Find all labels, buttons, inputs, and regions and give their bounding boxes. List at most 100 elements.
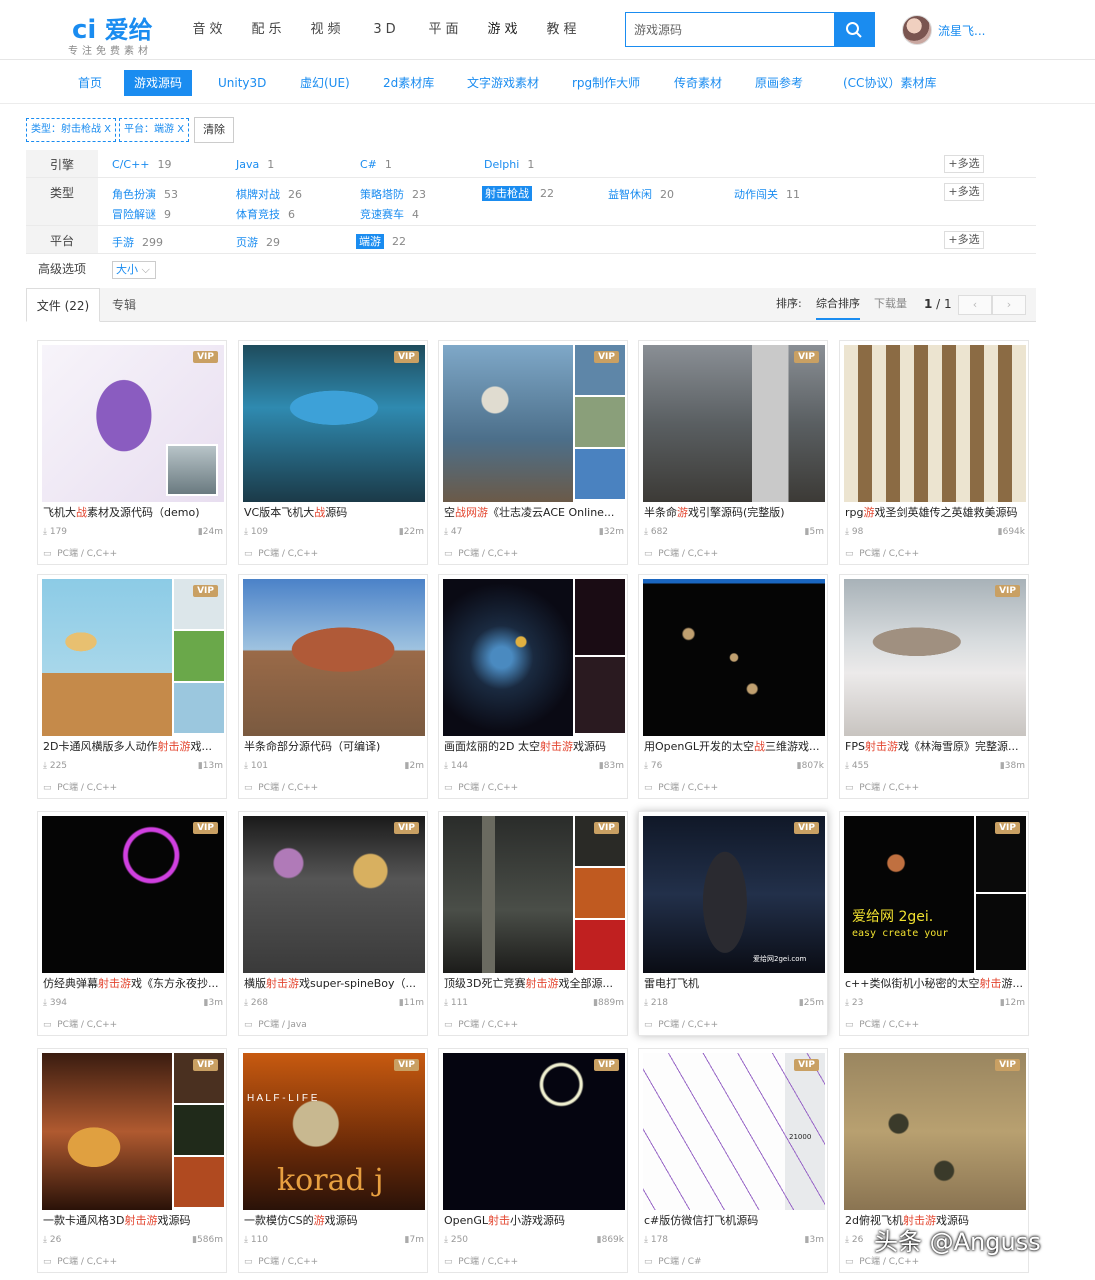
tab-albums[interactable]: 专辑 <box>108 288 140 322</box>
resource-title[interactable]: rpg游戏圣剑英雄传之英雄救美源码 <box>845 504 1025 520</box>
resource-title[interactable]: 半条命部分源代码（可编译) <box>244 738 424 754</box>
resource-card[interactable]: 21000 VIP c#版仿微信打飞机源码 ⤓ 178 ▮3m ▭ PC端 / C# <box>638 1048 828 1273</box>
resource-thumbnail[interactable]: VIP <box>443 345 625 502</box>
nav-music[interactable]: 配乐 <box>239 0 298 60</box>
clear-button[interactable]: 清除 <box>194 117 235 143</box>
resource-thumbnail[interactable]: VIP <box>42 579 224 736</box>
resource-title[interactable]: 用OpenGL开发的太空战三维游戏... <box>644 738 824 754</box>
chip-type[interactable]: 类型：射击枪战 X <box>26 118 117 142</box>
resource-thumbnail[interactable]: VIP <box>443 1053 625 1210</box>
nav-graphic[interactable]: 平面 <box>416 0 475 60</box>
resource-card[interactable]: VIP VC版本飞机大战源码 ⤓ 109 ▮22m ▭ PC端 / C,C++ <box>238 340 428 565</box>
filter-option[interactable]: 动作闯关 11 <box>734 186 800 202</box>
resource-card[interactable]: VIP 2D卡通风横版多人动作射击游戏... ⤓ 225 ▮13m ▭ PC端 / C,… <box>37 574 227 799</box>
filter-option[interactable]: 策略塔防 23 <box>360 186 426 202</box>
resource-title[interactable]: c#版仿微信打飞机源码 <box>644 1212 824 1228</box>
resource-card[interactable]: 画面炫丽的2D 太空射击游戏源码 ⤓ 144 ▮83m ▭ PC端 / C,C++ <box>438 574 628 799</box>
resource-thumbnail[interactable]: VIP <box>844 1053 1026 1210</box>
filter-option[interactable]: Delphi 1 <box>484 158 534 171</box>
resource-card[interactable]: VIP OpenGL射击小游戏源码 ⤓ 250 ▮869k ▭ PC端 / C,C++ <box>438 1048 628 1273</box>
resource-card[interactable]: VIP 仿经典弹幕射击游戏《东方永夜抄... ⤓ 394 ▮3m ▭ PC端 / C,C… <box>37 811 227 1036</box>
site-logo[interactable]: ci 爱给 专注免费素材 <box>68 8 168 57</box>
sort-downloads[interactable]: 下载量 <box>874 288 907 320</box>
resource-card[interactable]: H A L F - L I F E korad j VIP 一款模仿CS的游戏源码 ⤓ … <box>238 1048 428 1273</box>
filter-option[interactable]: C# 1 <box>360 158 392 171</box>
filter-option[interactable]: 手游 299 <box>112 234 163 250</box>
resource-title[interactable]: FPS射击游戏《林海雪原》完整源... <box>845 738 1025 754</box>
resource-thumbnail[interactable] <box>844 345 1026 502</box>
resource-thumbnail[interactable]: H A L F - L I F E korad j VIP <box>243 1053 425 1210</box>
next-page-button[interactable]: › <box>992 295 1026 315</box>
subnav-home[interactable]: 首页 <box>78 70 102 96</box>
resource-thumbnail[interactable]: 爱给网2gei.com VIP <box>643 816 825 973</box>
filter-option-selected[interactable]: 端游 22 <box>356 233 406 249</box>
resource-thumbnail[interactable]: VIP <box>243 816 425 973</box>
resource-card[interactable]: VIP FPS射击游戏《林海雪原》完整源... ⤓ 455 ▮38m ▭ PC端 / C… <box>839 574 1029 799</box>
subnav-2d-library[interactable]: 2d素材库 <box>383 70 434 96</box>
resource-title[interactable]: 空战网游《壮志凌云ACE Online... <box>444 504 624 520</box>
resource-card[interactable]: VIP 一款卡通风格3D射击游戏源码 ⤓ 26 ▮586m ▭ PC端 / C,C++ <box>37 1048 227 1273</box>
resource-thumbnail[interactable]: VIP <box>643 345 825 502</box>
sort-default[interactable]: 综合排序 <box>816 290 860 320</box>
resource-card[interactable]: VIP 半条命游戏引擎源码(完整版) ⤓ 682 ▮5m ▭ PC端 / C,C++ <box>638 340 828 565</box>
resource-title[interactable]: 横版射击游戏super-spineBoy（... <box>244 975 424 991</box>
nav-game[interactable]: 游戏 <box>475 0 534 60</box>
nav-3d[interactable]: 3D <box>357 0 416 60</box>
resource-title[interactable]: 2D卡通风横版多人动作射击游戏... <box>43 738 223 754</box>
resource-thumbnail[interactable]: VIP <box>443 816 625 973</box>
resource-card[interactable]: VIP 空战网游《壮志凌云ACE Online... ⤓ 47 ▮32m ▭ PC端 /… <box>438 340 628 565</box>
multi-select-button[interactable]: +多选 <box>944 183 984 201</box>
resource-card[interactable]: 用OpenGL开发的太空战三维游戏... ⤓ 76 ▮807k ▭ PC端 / C,C… <box>638 574 828 799</box>
resource-title[interactable]: OpenGL射击小游戏源码 <box>444 1212 624 1228</box>
nav-sound[interactable]: 音效 <box>180 0 239 60</box>
resource-card[interactable]: VIP 飞机大战素材及源代码（demo) ⤓ 179 ▮24m ▭ PC端 / C,C+… <box>37 340 227 565</box>
search-button[interactable] <box>834 13 874 46</box>
chip-platform[interactable]: 平台：端游 X <box>119 118 190 142</box>
subnav-rpg-maker[interactable]: rpg制作大师 <box>572 70 640 96</box>
subnav-legend[interactable]: 传奇素材 <box>674 70 722 96</box>
resource-title[interactable]: 画面炫丽的2D 太空射击游戏源码 <box>444 738 624 754</box>
filter-option-selected[interactable]: 射击枪战 22 <box>482 185 554 201</box>
nav-tutorial[interactable]: 教程 <box>534 0 593 60</box>
subnav-unreal[interactable]: 虚幻(UE) <box>300 70 350 96</box>
filter-option[interactable]: 益智休闲 20 <box>608 186 674 202</box>
resource-title[interactable]: 顶级3D死亡竞赛射击游戏全部源... <box>444 975 624 991</box>
resource-thumbnail[interactable]: 21000 VIP <box>643 1053 825 1210</box>
resource-title[interactable]: 仿经典弹幕射击游戏《东方永夜抄... <box>43 975 223 991</box>
resource-card[interactable]: 爱给网2gei.com VIP 雷电打飞机 ⤓ 218 ▮25m ▭ PC端 / C,C+… <box>638 811 828 1036</box>
resource-card[interactable]: VIP 横版射击游戏super-spineBoy（... ⤓ 268 ▮11m ▭ PC… <box>238 811 428 1036</box>
filter-option[interactable]: 竞速赛车 4 <box>360 206 419 222</box>
resource-card[interactable]: rpg游戏圣剑英雄传之英雄救美源码 ⤓ 98 ▮694k ▭ PC端 / C,C++ <box>839 340 1029 565</box>
resource-thumbnail[interactable]: VIP <box>42 816 224 973</box>
resource-thumbnail[interactable] <box>243 579 425 736</box>
user-menu[interactable]: 流星飞... <box>902 14 985 46</box>
resource-title[interactable]: 一款模仿CS的游戏源码 <box>244 1212 424 1228</box>
resource-thumbnail[interactable] <box>443 579 625 736</box>
resource-title[interactable]: c++类似街机小秘密的太空射击游... <box>845 975 1025 991</box>
resource-thumbnail[interactable]: 爱给网 2gei. easy create your VIP <box>844 816 1026 973</box>
size-select[interactable]: 大小 ⌵ <box>112 261 156 279</box>
user-name[interactable]: 流星飞... <box>938 22 985 39</box>
resource-thumbnail[interactable]: VIP <box>42 1053 224 1210</box>
resource-title[interactable]: VC版本飞机大战源码 <box>244 504 424 520</box>
resource-thumbnail[interactable]: VIP <box>42 345 224 502</box>
resource-thumbnail[interactable]: VIP <box>844 579 1026 736</box>
subnav-game-source[interactable]: 游戏源码 <box>124 70 193 96</box>
resource-card[interactable]: VIP 顶级3D死亡竞赛射击游戏全部源... ⤓ 111 ▮889m ▭ PC端 / C… <box>438 811 628 1036</box>
avatar[interactable] <box>902 15 932 45</box>
subnav-unity3d[interactable]: Unity3D <box>218 70 266 96</box>
filter-option[interactable]: 角色扮演 53 <box>112 186 178 202</box>
resource-thumbnail[interactable]: VIP <box>243 345 425 502</box>
resource-title[interactable]: 飞机大战素材及源代码（demo) <box>43 504 223 520</box>
subnav-text-game[interactable]: 文字游戏素材 <box>467 70 539 96</box>
subnav-concept-art[interactable]: 原画参考 <box>755 70 803 96</box>
subnav-cc-library[interactable]: (CC协议）素材库 <box>843 70 936 96</box>
nav-video[interactable]: 视频 <box>298 0 357 60</box>
resource-thumbnail[interactable] <box>643 579 825 736</box>
filter-option[interactable]: 棋牌对战 26 <box>236 186 302 202</box>
tab-files[interactable]: 文件 (22) <box>26 288 100 322</box>
search-input[interactable] <box>626 13 834 46</box>
filter-option[interactable]: C/C++ 19 <box>112 158 172 171</box>
multi-select-button[interactable]: +多选 <box>944 155 984 173</box>
resource-title[interactable]: 一款卡通风格3D射击游戏源码 <box>43 1212 223 1228</box>
